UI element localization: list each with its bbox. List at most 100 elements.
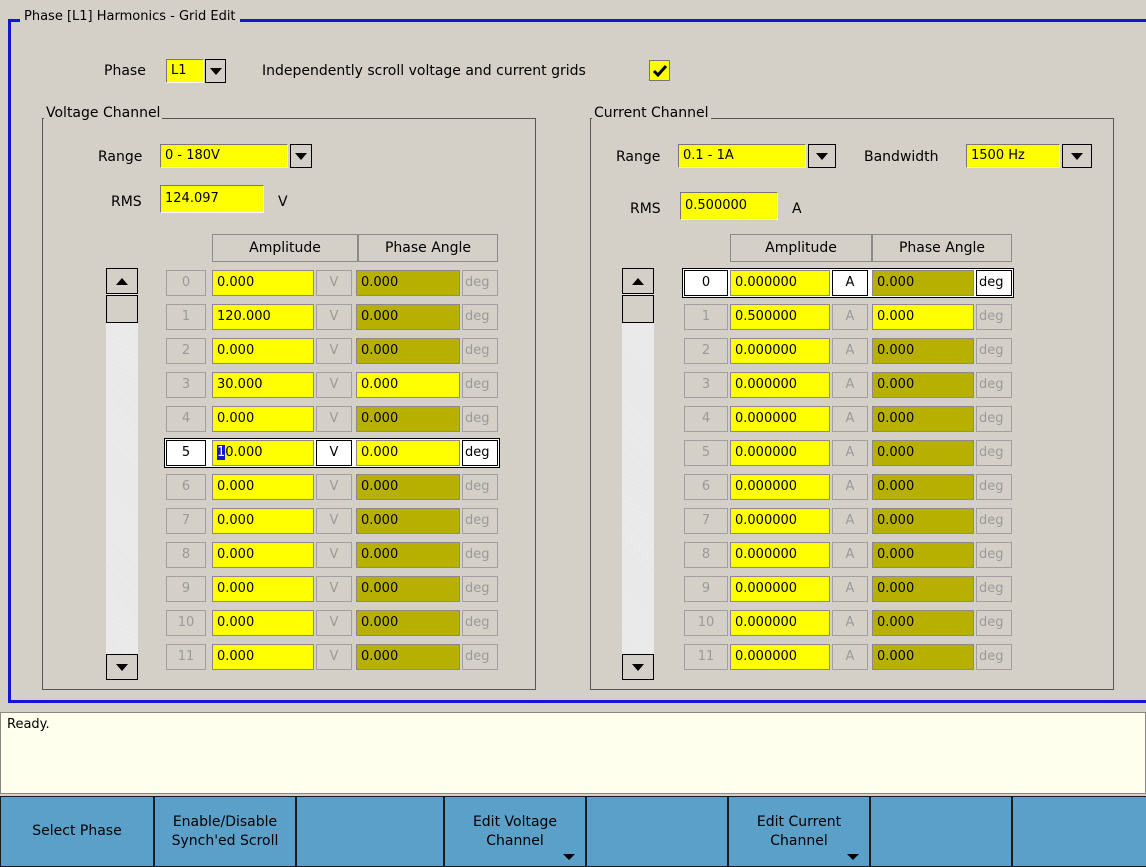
sync-scroll-label: Independently scroll voltage and current… — [262, 63, 586, 79]
voltage-amplitude-field[interactable]: 0.000 — [212, 644, 314, 670]
current-scrollbar[interactable] — [622, 268, 654, 680]
current-phase-field[interactable]: 0.000 — [872, 542, 974, 568]
softkey-3[interactable] — [296, 796, 444, 867]
current-phase-field[interactable]: 0.000 — [872, 304, 974, 330]
current-phase-field[interactable]: 0.000 — [872, 644, 974, 670]
voltage-phase-field[interactable]: 0.000 — [356, 508, 460, 534]
current-amplitude-field[interactable]: 0.000000 — [730, 440, 830, 466]
current-harmonic-index: 8 — [684, 542, 728, 568]
voltage-phase-field[interactable]: 0.000 — [356, 270, 460, 296]
checkmark-icon — [652, 64, 667, 77]
current-amplitude-field[interactable]: 0.500000 — [730, 304, 830, 330]
voltage-scrollbar[interactable] — [106, 268, 138, 680]
voltage-phase-field[interactable]: 0.000 — [356, 576, 460, 602]
frame-title: Phase [L1] Harmonics - Grid Edit — [20, 8, 240, 26]
current-amplitude-field[interactable]: 0.000000 — [730, 576, 830, 602]
voltage-phase-field[interactable]: 0.000 — [356, 542, 460, 568]
softkey-2[interactable]: Enable/Disable Synch'ed Scroll — [154, 796, 296, 867]
bandwidth-dropdown-button[interactable] — [1062, 144, 1092, 168]
current-scroll-down-button[interactable] — [622, 654, 654, 680]
voltage-amplitude-field[interactable]: 0.000 — [212, 576, 314, 602]
voltage-amplitude-field[interactable]: 0.000 — [212, 270, 314, 296]
amplitude-value: 0.000 — [217, 581, 255, 596]
softkey-6[interactable]: Edit Current Channel — [728, 796, 870, 867]
current-phase-field[interactable]: 0.000 — [872, 270, 974, 296]
current-scroll-up-button[interactable] — [622, 268, 654, 294]
current-range-select[interactable]: 0.1 - 1A — [678, 144, 806, 168]
voltage-amplitude-field[interactable]: 0.000 — [212, 474, 314, 500]
voltage-scroll-up-button[interactable] — [106, 268, 138, 294]
current-phase-header: Phase Angle — [872, 234, 1012, 262]
voltage-phase-field[interactable]: 0.000 — [356, 338, 460, 364]
current-phase-field[interactable]: 0.000 — [872, 440, 974, 466]
voltage-amplitude-unit: V — [316, 542, 352, 568]
voltage-phase-unit: deg — [462, 576, 498, 602]
voltage-scroll-down-button[interactable] — [106, 654, 138, 680]
voltage-phase-field[interactable]: 0.000 — [356, 610, 460, 636]
arrow-up-icon — [116, 277, 128, 285]
amplitude-value: 0.000 — [217, 547, 255, 562]
current-amplitude-field[interactable]: 0.000000 — [730, 338, 830, 364]
voltage-phase-field[interactable]: 0.000 — [356, 304, 460, 330]
voltage-harmonic-index: 8 — [166, 542, 206, 568]
voltage-amplitude-field[interactable]: 0.000 — [212, 508, 314, 534]
current-phase-field[interactable]: 0.000 — [872, 406, 974, 432]
current-scroll-thumb[interactable] — [622, 295, 654, 323]
voltage-range-dropdown-button[interactable] — [290, 144, 312, 168]
current-amplitude-field[interactable]: 0.000000 — [730, 542, 830, 568]
amplitude-value: 0.000000 — [735, 649, 798, 664]
voltage-amplitude-field[interactable]: 10.000 — [212, 440, 314, 466]
phase-dropdown-button[interactable] — [205, 59, 226, 83]
voltage-amplitude-field[interactable]: 0.000 — [212, 542, 314, 568]
softkey-4[interactable]: Edit Voltage Channel — [444, 796, 586, 867]
softkey-1[interactable]: Select Phase — [0, 796, 154, 867]
phase-select[interactable]: L1 — [166, 59, 204, 83]
current-phase-field[interactable]: 0.000 — [872, 508, 974, 534]
voltage-phase-field[interactable]: 0.000 — [356, 474, 460, 500]
current-phase-field[interactable]: 0.000 — [872, 474, 974, 500]
current-amplitude-field[interactable]: 0.000000 — [730, 610, 830, 636]
bandwidth-select[interactable]: 1500 Hz — [966, 144, 1060, 168]
current-amplitude-field[interactable]: 0.000000 — [730, 372, 830, 398]
softkey-7[interactable] — [870, 796, 1012, 867]
current-phase-field[interactable]: 0.000 — [872, 576, 974, 602]
voltage-amplitude-field[interactable]: 0.000 — [212, 338, 314, 364]
voltage-phase-field[interactable]: 0.000 — [356, 372, 460, 398]
arrow-down-icon — [116, 663, 128, 671]
softkey-8[interactable] — [1012, 796, 1146, 867]
sync-scroll-checkbox[interactable] — [649, 60, 670, 81]
current-amplitude-field[interactable]: 0.000000 — [730, 406, 830, 432]
voltage-amplitude-field[interactable]: 0.000 — [212, 610, 314, 636]
voltage-rms-value: 124.097 — [160, 185, 264, 213]
current-phase-unit: deg — [976, 508, 1012, 534]
softkey-label: Select Phase — [32, 823, 122, 839]
voltage-amplitude-unit: V — [316, 270, 352, 296]
voltage-amplitude-field[interactable]: 120.000 — [212, 304, 314, 330]
voltage-phase-unit: deg — [462, 440, 498, 466]
current-range-dropdown-button[interactable] — [808, 144, 836, 168]
voltage-amplitude-field[interactable]: 30.000 — [212, 372, 314, 398]
current-phase-field[interactable]: 0.000 — [872, 338, 974, 364]
voltage-scroll-thumb[interactable] — [106, 295, 138, 323]
voltage-phase-unit: deg — [462, 372, 498, 398]
amplitude-value: 0.000 — [217, 411, 255, 426]
voltage-phase-unit: deg — [462, 406, 498, 432]
current-amplitude-field[interactable]: 0.000000 — [730, 474, 830, 500]
voltage-range-select[interactable]: 0 - 180V — [160, 144, 288, 168]
current-amplitude-unit: A — [832, 644, 868, 670]
softkey-5[interactable] — [586, 796, 728, 867]
current-amplitude-field[interactable]: 0.000000 — [730, 644, 830, 670]
voltage-amplitude-field[interactable]: 0.000 — [212, 406, 314, 432]
current-amplitude-field[interactable]: 0.000000 — [730, 508, 830, 534]
current-amplitude-field[interactable]: 0.000000 — [730, 270, 830, 296]
voltage-phase-field[interactable]: 0.000 — [356, 644, 460, 670]
voltage-phase-field[interactable]: 0.000 — [356, 406, 460, 432]
voltage-phase-field[interactable]: 0.000 — [356, 440, 460, 466]
current-harmonic-index: 1 — [684, 304, 728, 330]
current-phase-field[interactable]: 0.000 — [872, 610, 974, 636]
voltage-phase-unit: deg — [462, 304, 498, 330]
current-rms-label: RMS — [630, 201, 661, 217]
amplitude-value: 0.000000 — [735, 445, 798, 460]
phase-label: Phase — [104, 63, 146, 79]
current-phase-field[interactable]: 0.000 — [872, 372, 974, 398]
